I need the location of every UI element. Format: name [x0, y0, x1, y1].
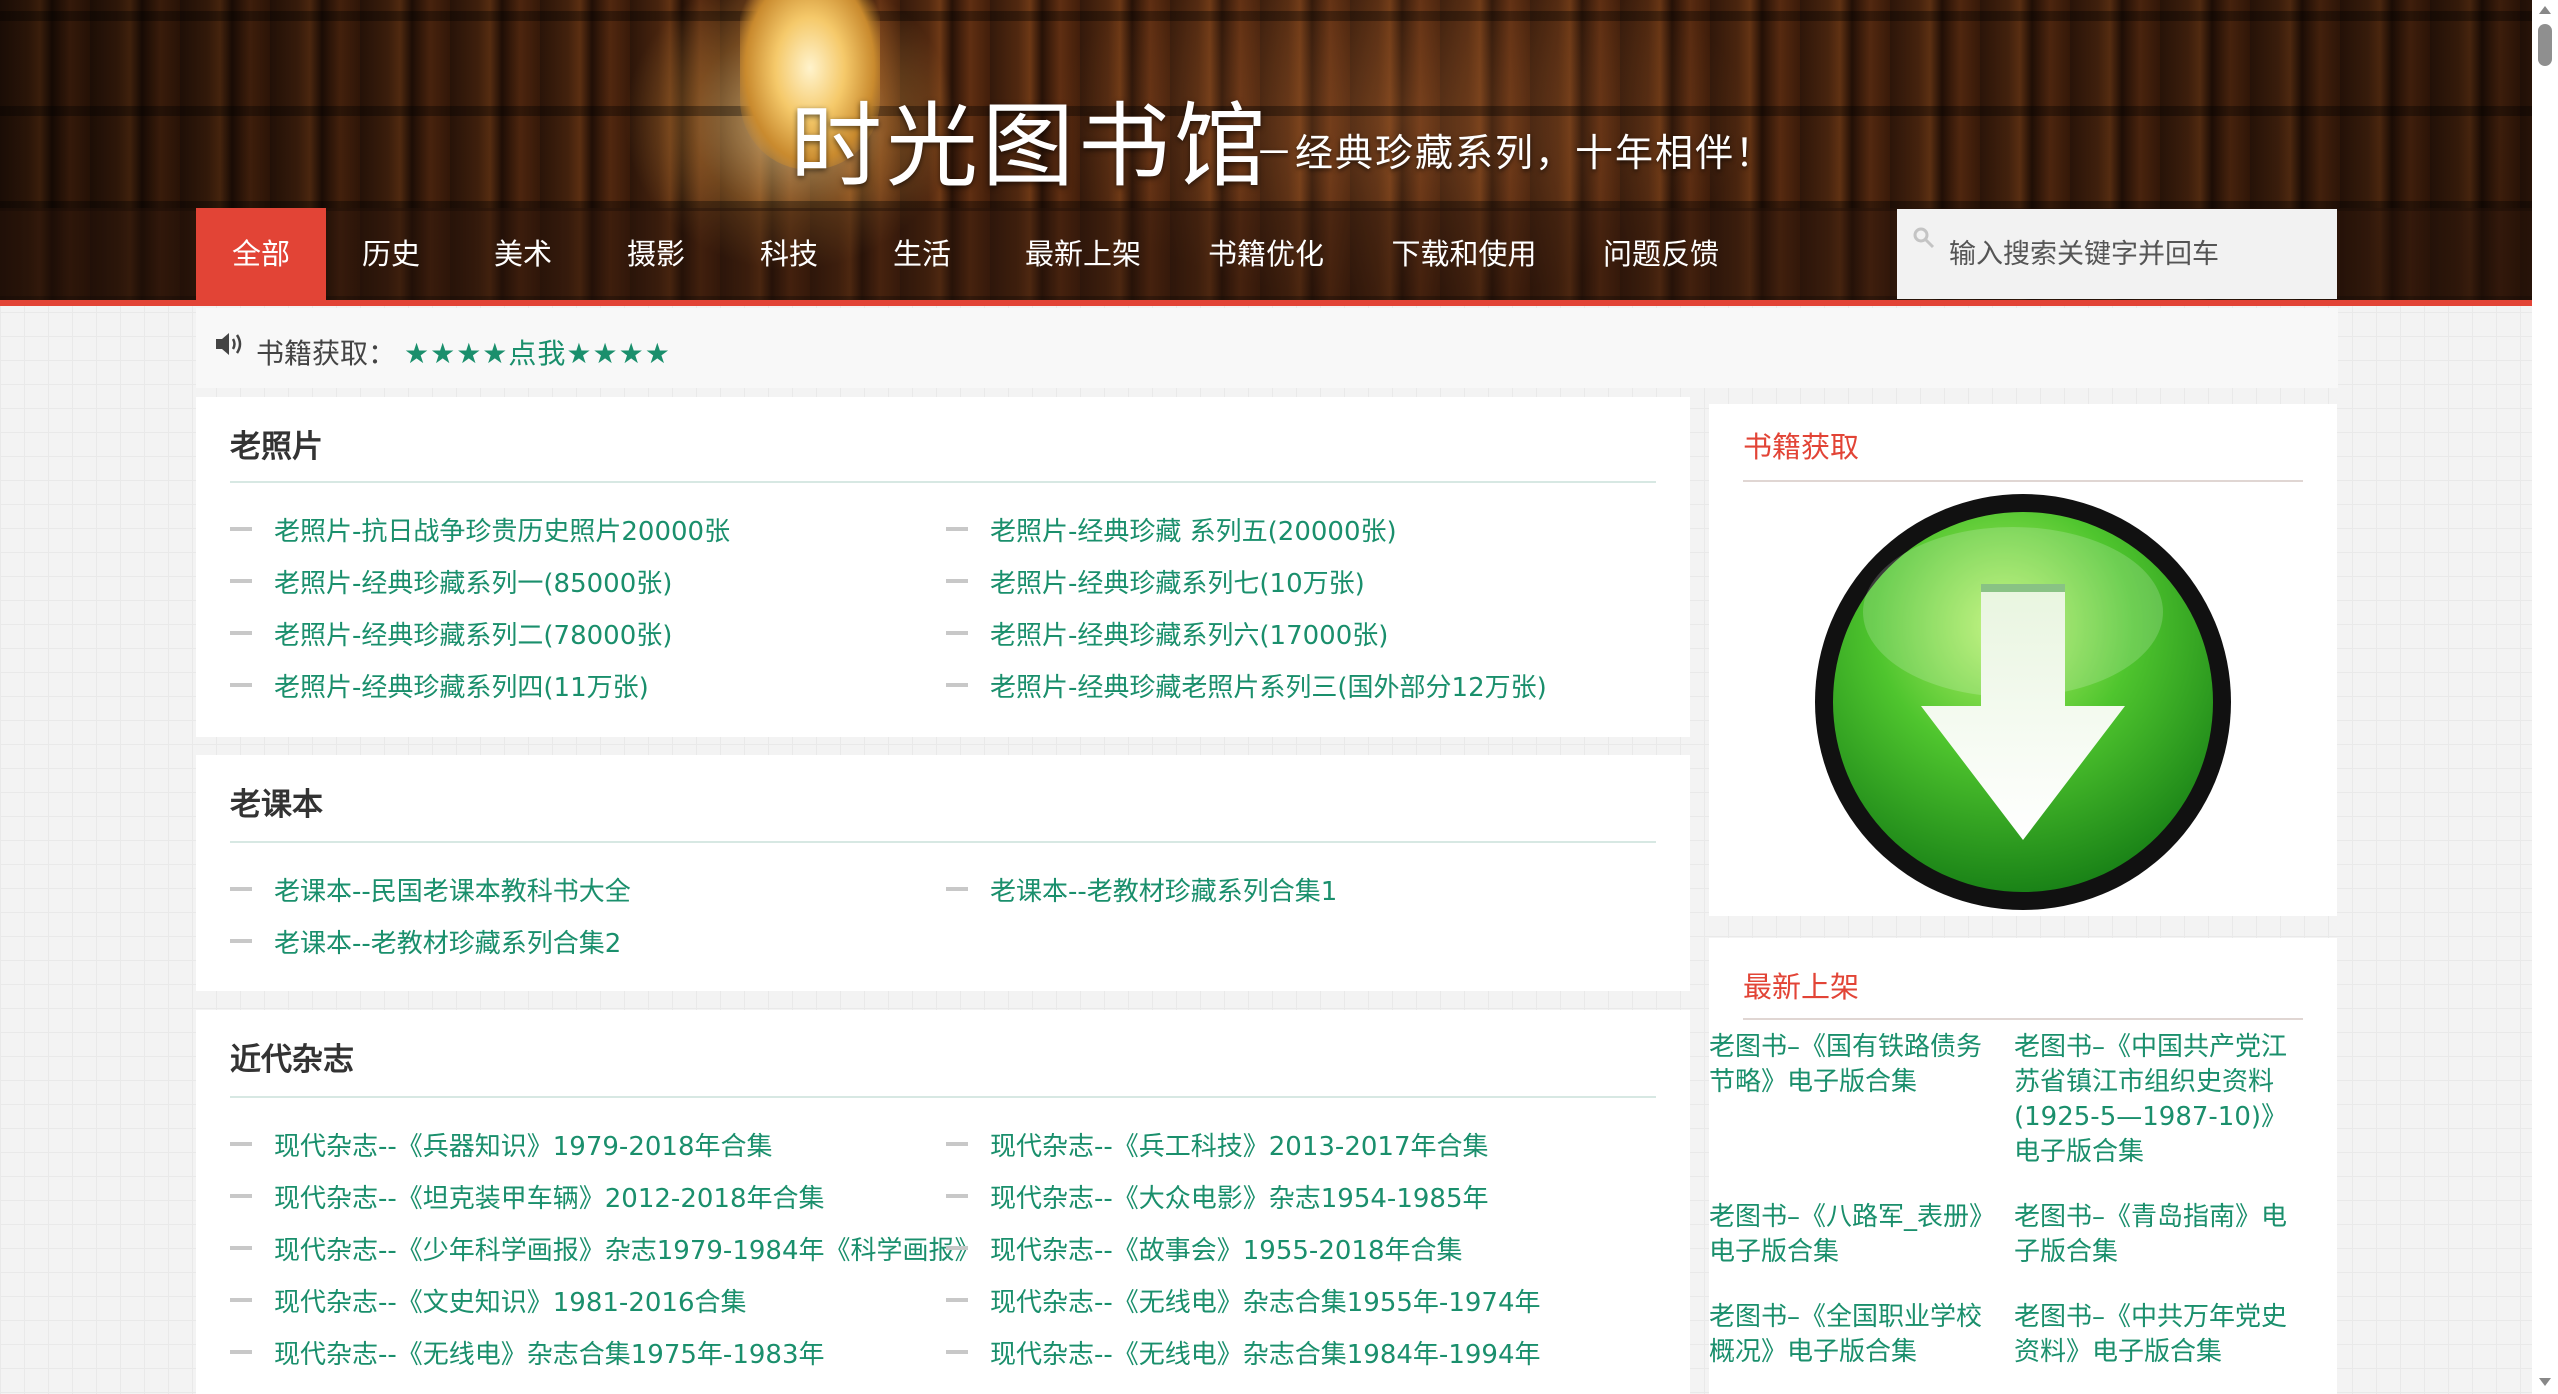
- dash-bullet-icon: [946, 1194, 968, 1198]
- section-title: 近代杂志: [230, 1042, 354, 1078]
- nav-item-new-arrivals[interactable]: 最新上架: [988, 208, 1178, 300]
- section-title: 老照片: [230, 429, 323, 465]
- dash-bullet-icon: [946, 887, 968, 891]
- list-item[interactable]: 老照片-经典珍藏 系列五(20000张): [946, 503, 1662, 555]
- list-item[interactable]: 现代杂志--《故事会》1955-2018年合集: [946, 1222, 1662, 1274]
- dash-bullet-icon: [230, 1350, 252, 1354]
- list-item[interactable]: 现代杂志--《兵工科技》2013-2017年合集: [946, 1118, 1662, 1170]
- list-item[interactable]: 老课本--老教材珍藏系列合集1: [946, 863, 1662, 915]
- list-item[interactable]: 现代杂志--《坦克装甲车辆》2012-2018年合集: [230, 1170, 946, 1222]
- dash-bullet-icon: [230, 1142, 252, 1146]
- list-item[interactable]: 现代杂志--《无线电》杂志合集1984年-1994年: [946, 1326, 1662, 1378]
- nav-item-book-optimization[interactable]: 书籍优化: [1178, 208, 1354, 300]
- link-list: 老课本--民国老课本教科书大全 老课本--老教材珍藏系列合集1 老课本--老教材…: [230, 863, 1670, 967]
- widget-divider: [1743, 480, 2303, 482]
- new-arrivals-widget: 最新上架 老图书–《国有铁路债务节略》电子版合集 老图书–《中国共产党江苏省镇江…: [1709, 938, 2337, 1394]
- scroll-up-arrow-icon[interactable]: [2539, 6, 2551, 14]
- list-item[interactable]: 老照片-经典珍藏系列二(78000张): [230, 607, 946, 659]
- list-item[interactable]: 老照片-经典珍藏系列六(17000张): [946, 607, 1662, 659]
- widget-title: 最新上架: [1743, 970, 1860, 1004]
- new-book-link[interactable]: 老图书–《中国共产党江苏省镇江市组织史资料(1925-5—1987-10)》电子…: [2014, 1030, 2304, 1170]
- new-book-link[interactable]: 老图书–《中共万年党史资料》电子版合集: [2014, 1300, 2304, 1370]
- site-tagline: －经典珍藏系列，十年相伴！: [1255, 131, 1776, 175]
- notice-bar: 书籍获取： ★★★★点我★★★★: [196, 308, 2338, 388]
- dash-bullet-icon: [946, 683, 968, 687]
- nav-item-feedback[interactable]: 问题反馈: [1574, 208, 1748, 300]
- section-old-photos: 老照片 老照片-抗日战争珍贵历史照片20000张 老照片-经典珍藏 系列五(20…: [196, 397, 1690, 737]
- dash-bullet-icon: [230, 1298, 252, 1302]
- section-divider: [230, 1096, 1656, 1098]
- scrollbar-thumb[interactable]: [2538, 24, 2552, 66]
- dash-bullet-icon: [946, 579, 968, 583]
- new-book-link[interactable]: 老图书–《青岛指南》电子版合集: [2014, 1200, 2304, 1270]
- download-arrow-icon[interactable]: [1813, 492, 2233, 912]
- notice-label: 书籍获取：: [256, 337, 397, 370]
- list-item[interactable]: 现代杂志--《无线电》杂志合集1955年-1974年: [946, 1274, 1662, 1326]
- nav-accent-bar: [0, 300, 2532, 306]
- list-item[interactable]: 老照片-经典珍藏老照片系列三(国外部分12万张): [946, 659, 1662, 711]
- dash-bullet-icon: [230, 631, 252, 635]
- section-divider: [230, 481, 1656, 483]
- list-item[interactable]: 现代杂志--《少年科学画报》杂志1979-1984年《科学画报》: [230, 1222, 980, 1274]
- vertical-scrollbar[interactable]: [2532, 0, 2558, 1394]
- scroll-down-arrow-icon[interactable]: [2539, 1378, 2551, 1386]
- nav-item-life[interactable]: 生活: [856, 208, 988, 300]
- widget-title: 书籍获取: [1743, 430, 1860, 464]
- section-title: 老课本: [230, 787, 323, 823]
- link-list: 现代杂志--《兵器知识》1979-2018年合集 现代杂志--《兵工科技》201…: [230, 1118, 1670, 1378]
- list-item[interactable]: 老照片-经典珍藏系列一(85000张): [230, 555, 946, 607]
- search-icon: [1913, 227, 1935, 249]
- download-widget: 书籍获取: [1709, 404, 2337, 916]
- notice-link[interactable]: ★★★★点我★★★★: [404, 332, 671, 372]
- nav-item-history[interactable]: 历史: [326, 208, 456, 300]
- list-item[interactable]: 老课本--老教材珍藏系列合集2: [230, 915, 946, 967]
- site-title[interactable]: 时光图书馆: [790, 72, 1270, 205]
- section-divider: [230, 841, 1656, 843]
- dash-bullet-icon: [230, 887, 252, 891]
- nav-item-art[interactable]: 美术: [456, 208, 590, 300]
- dash-bullet-icon: [946, 1298, 968, 1302]
- search-box[interactable]: [1897, 209, 2337, 299]
- dash-bullet-icon: [230, 527, 252, 531]
- section-old-textbooks: 老课本 老课本--民国老课本教科书大全 老课本--老教材珍藏系列合集1 老课本-…: [196, 755, 1690, 991]
- widget-divider: [1743, 1018, 2303, 1020]
- dash-bullet-icon: [946, 631, 968, 635]
- nav-item-all[interactable]: 全部: [196, 208, 326, 300]
- section-modern-magazines: 近代杂志 现代杂志--《兵器知识》1979-2018年合集 现代杂志--《兵工科…: [196, 1010, 1690, 1394]
- speaker-icon: [216, 333, 242, 355]
- nav-item-photography[interactable]: 摄影: [590, 208, 722, 300]
- dash-bullet-icon: [946, 527, 968, 531]
- link-list: 老照片-抗日战争珍贵历史照片20000张 老照片-经典珍藏 系列五(20000张…: [230, 503, 1670, 711]
- dash-bullet-icon: [230, 1194, 252, 1198]
- list-item[interactable]: 现代杂志--《兵器知识》1979-2018年合集: [230, 1118, 946, 1170]
- dash-bullet-icon: [946, 1142, 968, 1146]
- list-item[interactable]: 现代杂志--《文史知识》1981-2016合集: [230, 1274, 946, 1326]
- nav-item-technology[interactable]: 科技: [722, 208, 856, 300]
- new-book-link[interactable]: 老图书–《八路军_表册》电子版合集: [1709, 1200, 1999, 1270]
- search-input[interactable]: [1949, 229, 2319, 279]
- new-book-link[interactable]: 老图书–《国有铁路债务节略》电子版合集: [1709, 1030, 1999, 1100]
- new-book-link[interactable]: 老图书–《全国职业学校概况》电子版合集: [1709, 1300, 1999, 1370]
- nav-item-download-usage[interactable]: 下载和使用: [1354, 208, 1574, 300]
- list-item[interactable]: 老照片-经典珍藏系列七(10万张): [946, 555, 1662, 607]
- list-item[interactable]: 老照片-经典珍藏系列四(11万张): [230, 659, 946, 711]
- dash-bullet-icon: [230, 939, 252, 943]
- dash-bullet-icon: [230, 1246, 252, 1250]
- dash-bullet-icon: [946, 1350, 968, 1354]
- list-item[interactable]: 现代杂志--《无线电》杂志合集1975年-1983年: [230, 1326, 946, 1378]
- dash-bullet-icon: [230, 579, 252, 583]
- dash-bullet-icon: [946, 1246, 968, 1250]
- list-item[interactable]: 老照片-抗日战争珍贵历史照片20000张: [230, 503, 946, 555]
- list-item[interactable]: 老课本--民国老课本教科书大全: [230, 863, 946, 915]
- list-item[interactable]: 现代杂志--《大众电影》杂志1954-1985年: [946, 1170, 1662, 1222]
- dash-bullet-icon: [230, 683, 252, 687]
